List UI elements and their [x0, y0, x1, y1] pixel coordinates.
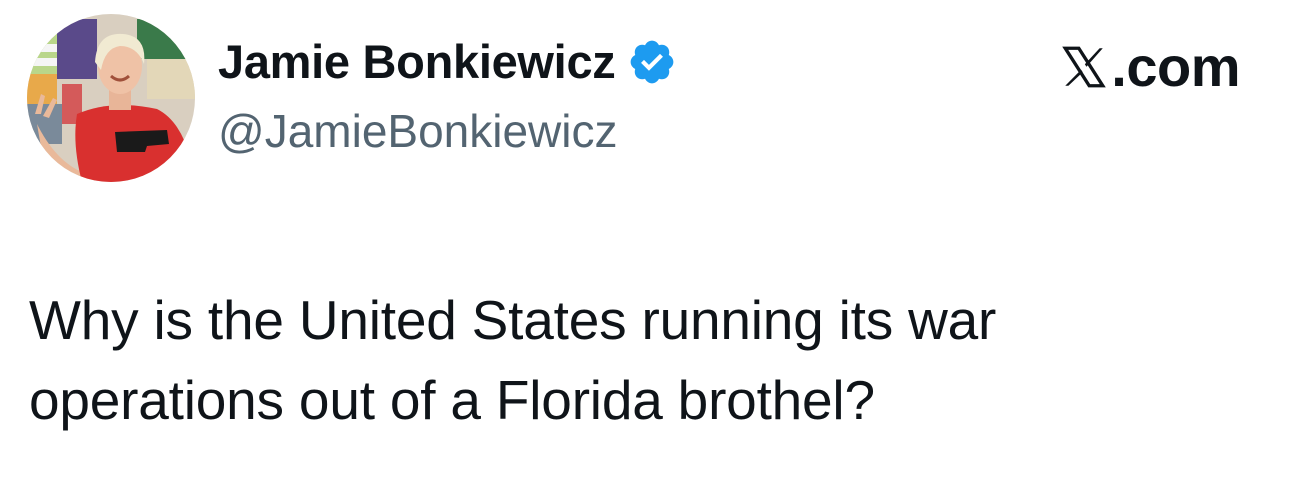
source-domain-text: .com [1111, 35, 1240, 98]
avatar-image [27, 14, 195, 182]
author-name-row[interactable]: Jamie Bonkiewicz [218, 34, 677, 89]
verified-badge-icon [631, 40, 674, 83]
avatar[interactable] [27, 14, 195, 182]
author-handle[interactable]: @JamieBonkiewicz [218, 104, 618, 158]
x-logo-icon [1062, 46, 1107, 87]
source-logo: .com [1059, 34, 1240, 99]
tweet-card: Jamie Bonkiewicz @JamieBonkiewicz .com W… [0, 0, 1290, 491]
author-display-name[interactable]: Jamie Bonkiewicz [218, 34, 616, 89]
tweet-body-text: Why is the United States running its war… [29, 289, 997, 431]
